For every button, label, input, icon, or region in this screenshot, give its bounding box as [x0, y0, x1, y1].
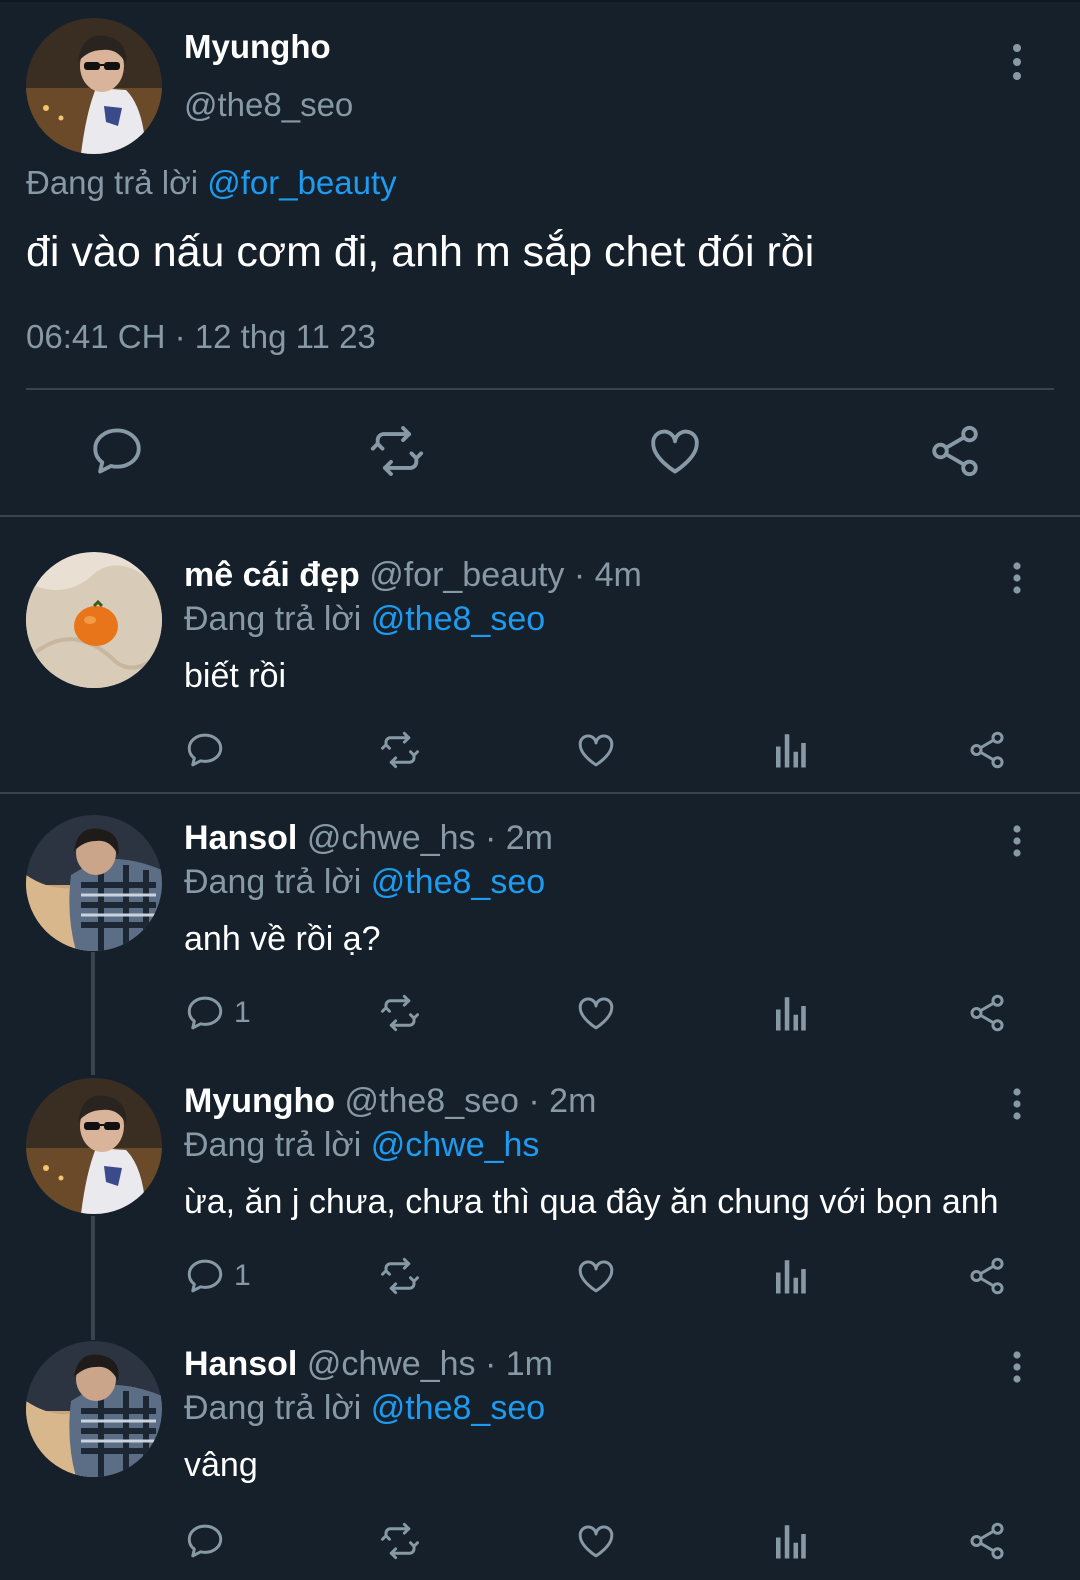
- reply-action-bar: [0, 728, 1080, 772]
- reply-author-handle[interactable]: @chwe_hs: [307, 1345, 476, 1383]
- main-tweet: Myungho @the8_seo Đang trả lời @for_beau…: [0, 0, 1080, 520]
- replying-to-link[interactable]: @for_beauty: [207, 164, 396, 201]
- divider: [0, 792, 1080, 794]
- analytics-icon[interactable]: [772, 1519, 808, 1563]
- replying-to-link[interactable]: @the8_seo: [371, 1389, 545, 1427]
- reply-action-bar: 1: [0, 1254, 1080, 1298]
- reply-count: 1: [234, 1259, 251, 1292]
- like-icon[interactable]: [646, 422, 706, 482]
- reply-icon[interactable]: [184, 1519, 234, 1563]
- reply-time: · 4m: [573, 556, 642, 594]
- retweet-icon[interactable]: [367, 422, 427, 482]
- replying-label: Đang trả lời: [184, 1389, 362, 1427]
- retweet-icon[interactable]: [378, 1254, 422, 1298]
- like-icon[interactable]: [575, 1254, 617, 1298]
- reply-count: 1: [234, 996, 251, 1029]
- reply-author-name[interactable]: Hansol: [184, 1345, 297, 1383]
- share-icon[interactable]: [966, 991, 1008, 1035]
- reply-header: Hansol @chwe_hs · 2m: [184, 819, 553, 858]
- replying-to-link[interactable]: @the8_seo: [371, 600, 545, 638]
- reply-action-bar: 1: [0, 991, 1080, 1035]
- avatar[interactable]: [26, 18, 162, 154]
- like-icon[interactable]: [575, 991, 617, 1035]
- reply-icon[interactable]: [88, 422, 148, 482]
- reply-author-handle[interactable]: @chwe_hs: [307, 819, 476, 857]
- share-icon[interactable]: [966, 1254, 1008, 1298]
- divider: [0, 515, 1080, 517]
- tweet-timestamp[interactable]: 06:41 CH · 12 thg 11 23: [26, 318, 376, 356]
- retweet-icon[interactable]: [378, 1519, 422, 1563]
- reply-time: · 2m: [528, 1082, 597, 1120]
- share-icon[interactable]: [926, 422, 986, 482]
- replying-label: Đang trả lời: [26, 164, 199, 201]
- more-options-icon[interactable]: [1005, 1086, 1029, 1122]
- reply-header: Hansol @chwe_hs · 1m: [184, 1345, 553, 1384]
- analytics-icon[interactable]: [772, 991, 808, 1035]
- replying-to: Đang trả lời @the8_seo: [184, 863, 545, 902]
- reply-text: ừa, ăn j chưa, chưa thì qua đây ăn chung…: [184, 1183, 999, 1221]
- replying-to: Đang trả lời @the8_seo: [184, 600, 545, 639]
- retweet-icon[interactable]: [378, 728, 422, 772]
- replying-to: Đang trả lời @for_beauty: [26, 164, 397, 202]
- reply-text: biết rồi: [184, 657, 287, 695]
- reply-author-name[interactable]: Hansol: [184, 819, 297, 857]
- tweet-text: đi vào nấu cơm đi, anh m sắp chet đói rồ…: [26, 228, 815, 276]
- reply-text: vâng: [184, 1446, 258, 1484]
- reply-tweet[interactable]: mê cái đẹp @for_beauty · 4m Đang trả lời…: [0, 552, 1080, 782]
- avatar[interactable]: [26, 552, 162, 688]
- reply-icon[interactable]: [184, 728, 234, 772]
- more-options-icon[interactable]: [1005, 1349, 1029, 1385]
- divider: [26, 388, 1054, 390]
- more-options-icon[interactable]: [1005, 560, 1029, 596]
- like-icon[interactable]: [575, 728, 617, 772]
- reply-header: mê cái đẹp @for_beauty · 4m: [184, 556, 642, 595]
- reply-time: · 2m: [484, 819, 553, 857]
- author-name[interactable]: Myungho: [184, 28, 331, 66]
- reply-icon[interactable]: 1: [184, 991, 251, 1035]
- like-icon[interactable]: [575, 1519, 617, 1563]
- reply-header: Myungho @the8_seo · 2m: [184, 1082, 596, 1121]
- reply-tweet[interactable]: Hansol @chwe_hs · 1m Đang trả lời @the8_…: [0, 1341, 1080, 1571]
- share-icon[interactable]: [966, 728, 1008, 772]
- reply-author-handle[interactable]: @the8_seo: [345, 1082, 519, 1120]
- reply-text: anh về rồi ạ?: [184, 920, 381, 958]
- replying-label: Đang trả lời: [184, 600, 362, 638]
- reply-time: · 1m: [484, 1345, 553, 1383]
- reply-tweet[interactable]: Hansol @chwe_hs · 2m Đang trả lời @the8_…: [0, 815, 1080, 1045]
- avatar[interactable]: [26, 1341, 162, 1477]
- author-handle[interactable]: @the8_seo: [184, 86, 353, 124]
- share-icon[interactable]: [966, 1519, 1008, 1563]
- replying-to: Đang trả lời @the8_seo: [184, 1389, 545, 1428]
- avatar[interactable]: [26, 1078, 162, 1214]
- analytics-icon[interactable]: [772, 728, 808, 772]
- tweet-action-bar: [0, 422, 1080, 482]
- replying-to-link[interactable]: @chwe_hs: [371, 1126, 540, 1164]
- reply-action-bar: [0, 1519, 1080, 1563]
- analytics-icon[interactable]: [772, 1254, 808, 1298]
- retweet-icon[interactable]: [378, 991, 422, 1035]
- reply-author-name[interactable]: mê cái đẹp: [184, 556, 360, 594]
- replying-label: Đang trả lời: [184, 1126, 362, 1164]
- replying-to: Đang trả lời @chwe_hs: [184, 1126, 539, 1165]
- more-options-icon[interactable]: [1005, 42, 1029, 82]
- reply-tweet[interactable]: Myungho @the8_seo · 2m Đang trả lời @chw…: [0, 1078, 1080, 1308]
- reply-icon[interactable]: 1: [184, 1254, 251, 1298]
- more-options-icon[interactable]: [1005, 823, 1029, 859]
- avatar[interactable]: [26, 815, 162, 951]
- replying-to-link[interactable]: @the8_seo: [371, 863, 545, 901]
- replying-label: Đang trả lời: [184, 863, 362, 901]
- reply-author-name[interactable]: Myungho: [184, 1082, 335, 1120]
- reply-author-handle[interactable]: @for_beauty: [369, 556, 564, 594]
